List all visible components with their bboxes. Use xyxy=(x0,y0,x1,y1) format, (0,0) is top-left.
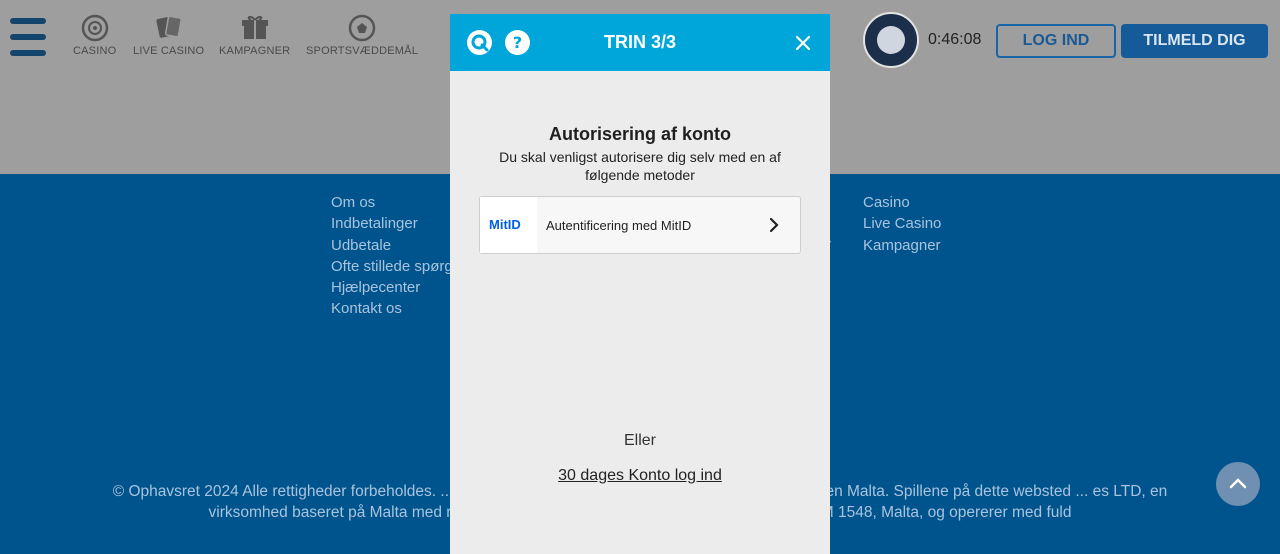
mitid-logo: MitID xyxy=(480,197,537,253)
login-button[interactable]: LOG IND xyxy=(996,24,1116,58)
modal-step-title: TRIN 3/3 xyxy=(603,32,677,52)
mitid-auth-button[interactable]: MitID Autentificering med MitID xyxy=(479,196,801,254)
modal-header: ? TRIN 3/3 xyxy=(450,14,830,71)
footer-link[interactable]: Kampagner xyxy=(863,235,941,256)
chevron-up-icon xyxy=(1229,478,1247,489)
nav-live-casino[interactable]: LIVE CASINO xyxy=(133,14,204,57)
nav-sports-label: SPORTSVÆDDEMÅL xyxy=(306,45,419,57)
mitid-label: Autentificering med MitID xyxy=(546,218,692,233)
footer-links-right: Casino Live Casino Kampagner xyxy=(863,192,941,256)
nav-casino[interactable]: CASINO xyxy=(73,14,116,57)
modal-heading: Autorisering af konto xyxy=(548,124,731,144)
nav-casino-label: CASINO xyxy=(73,45,117,57)
nav-kampagner[interactable]: KAMPAGNER xyxy=(219,14,290,57)
or-separator: Eller xyxy=(623,432,656,449)
gift-icon xyxy=(241,15,268,39)
footer-link[interactable]: Casino xyxy=(863,192,941,213)
close-icon[interactable] xyxy=(792,32,814,54)
login-30-days-link[interactable]: 30 dages Konto log ind xyxy=(450,467,830,485)
authorization-modal: ? TRIN 3/3 Autorisering af konto Du skal… xyxy=(450,14,830,554)
footer-link[interactable]: Live Casino xyxy=(863,213,941,234)
nav-kampagner-label: KAMPAGNER xyxy=(219,45,291,57)
menu-icon[interactable] xyxy=(10,18,46,60)
cards-icon xyxy=(156,15,182,38)
signup-button[interactable]: TILMELD DIG xyxy=(1121,24,1268,58)
football-icon xyxy=(348,14,376,42)
nav-live-casino-label: LIVE CASINO xyxy=(133,45,205,57)
chevron-right-icon xyxy=(769,217,779,233)
modal-subheading: Du skal venligst autorisere dig selv med… xyxy=(499,149,781,183)
session-timer: 0:46:08 xyxy=(928,31,982,48)
nav-sports[interactable]: SPORTSVÆDDEMÅL xyxy=(306,14,418,57)
mitid-logo-text: MitID xyxy=(489,217,521,232)
license-seal-icon[interactable] xyxy=(863,12,919,68)
scroll-top-button[interactable] xyxy=(1216,462,1260,506)
roulette-icon xyxy=(81,14,108,42)
